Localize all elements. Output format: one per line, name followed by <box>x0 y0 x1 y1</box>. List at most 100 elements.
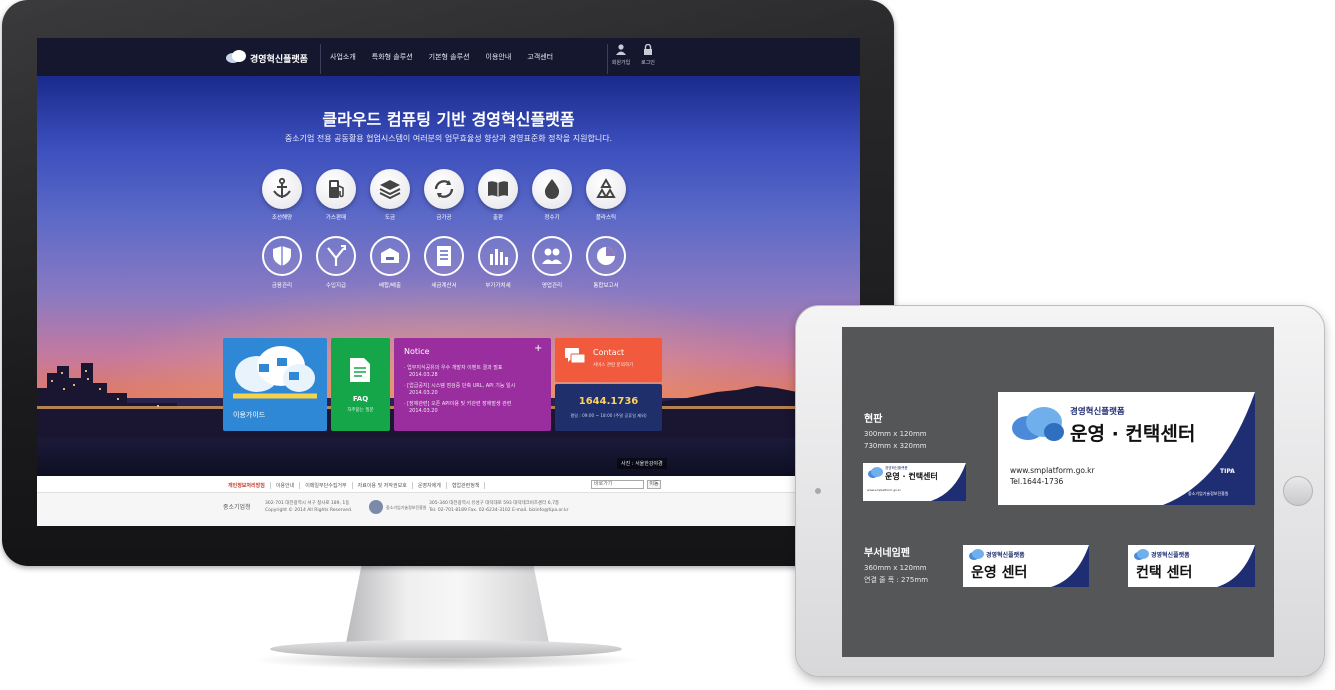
nameplate-main: 운영 센터 <box>971 565 1028 581</box>
notice-item[interactable]: · 업무지식공유의 우수 개발자 이벤트 결과 발표 2014.03.28 <box>404 365 544 379</box>
tipa-logo-icon <box>369 500 383 514</box>
industry-plating-button[interactable] <box>370 169 410 209</box>
industry-label: 가스판매 <box>325 215 347 221</box>
sign-navy-corner <box>1051 545 1089 587</box>
nameplate-main: 컨택 센터 <box>1136 565 1193 581</box>
lock-icon <box>644 44 652 55</box>
industry-label: 플라스틱 <box>595 215 617 221</box>
notice-item-text: · [장애관련] 오픈 API이용 및 키관련 장애발생 관련 <box>404 401 512 407</box>
notice-item[interactable]: · [장애관련] 오픈 API이용 및 키관련 장애발생 관련 2014.03.2… <box>404 401 544 415</box>
cloud-illustration-icon <box>233 346 317 399</box>
user-icon <box>616 44 626 55</box>
solution-sales-button[interactable] <box>532 236 572 276</box>
notice-item-date: 2014.03.20 <box>409 390 438 396</box>
contact-tile[interactable]: Contact 서비스 관련 문의하기 <box>555 338 662 382</box>
footer-link-policy[interactable]: 협업관련정책 <box>447 482 486 489</box>
contact-subtitle: 서비스 관련 문의하기 <box>593 363 634 368</box>
footer-nav: 개인정보처리방침 이용안내 이메일무단수집거부 자료이용 및 저작권보호 운영자… <box>223 482 486 489</box>
notice-item-text: · [업급공지] 시스템 점검중 단축 URL, API 기능 일시 <box>404 383 516 389</box>
arrows-icon <box>327 245 346 266</box>
sign-url: www.smplatform.go.kr <box>1010 466 1095 475</box>
nav-item-guide[interactable]: 이용안내 <box>478 38 520 76</box>
industry-label: 도금 <box>384 215 396 221</box>
login-link[interactable]: 로그인 <box>635 44 661 66</box>
footer-right-address: 305-340 대전광역시 유성구 대덕대로 593 대덕테크비즈센터 6,7층 <box>429 501 560 506</box>
footer-link-guide[interactable]: 이용안내 <box>271 482 301 489</box>
industry-water-button[interactable] <box>532 169 572 209</box>
nav-item-specialized[interactable]: 특화형 솔루션 <box>364 38 421 76</box>
sign-main: 운영 · 컨택센터 <box>885 472 938 481</box>
signboard-large: 경영혁신플랫폼 운영 · 컨택센터 www.smplatform.go.kr T… <box>998 392 1255 505</box>
industry-metal-button[interactable] <box>424 169 464 209</box>
nav-item-business[interactable]: 사업소개 <box>322 38 364 76</box>
contact-title: Contact <box>593 348 625 357</box>
solution-vat-button[interactable] <box>478 236 518 276</box>
photo-credit: 사진 : 서울한강야경 <box>617 458 667 469</box>
solution-tax-invoice-button[interactable] <box>424 236 464 276</box>
solution-label: 금융관리 <box>271 283 293 289</box>
nameplate-heading: 부서네임펜 <box>864 548 910 559</box>
solution-report-button[interactable] <box>586 236 626 276</box>
hero-subtitle: 중소기업 전용 공동활용 협업시스템이 여러분의 업무효율성 향상과 경영표준화… <box>284 134 613 143</box>
solution-label: 배합/배출 <box>378 283 402 289</box>
sign-url: www.smplatform.go.kr <box>867 488 901 492</box>
phone-tile: 1644.1736 평일 : 09:00 ~ 18:00 (주말 공휴일 제외) <box>555 384 662 431</box>
solution-finance-button[interactable] <box>262 236 302 276</box>
nav-item-support[interactable]: 고객센터 <box>519 38 561 76</box>
cloud-logo-icon <box>969 549 984 560</box>
monitor-screen: 경영혁신플랫폼 사업소개 특화형 솔루션 기본형 솔루션 이용안내 고객센터 회… <box>37 38 860 526</box>
water-drop-icon <box>544 179 560 199</box>
footer-left-org: 중소기업청 <box>223 504 251 511</box>
industry-label: 금가공 <box>436 215 452 221</box>
industry-gas-button[interactable] <box>316 169 356 209</box>
solution-label: 통합보고서 <box>593 283 619 289</box>
notice-item[interactable]: · [업급공지] 시스템 점검중 단축 URL, API 기능 일시 2014.0… <box>404 383 544 397</box>
shortcut-go-button[interactable]: 이동 <box>647 480 661 489</box>
signup-link[interactable]: 회원가입 <box>608 44 634 66</box>
notice-list: · 업무지식공유의 우수 개발자 이벤트 결과 발표 2014.03.28 · [… <box>404 365 544 415</box>
shortcut-select[interactable]: 바로가기 <box>591 480 644 489</box>
tablet-home-button[interactable] <box>1283 476 1313 506</box>
user-guide-tile[interactable]: 이용가이드 <box>223 338 327 431</box>
nav-divider <box>320 44 321 74</box>
footer-left-address: 302-701 대전광역시 서구 청사로 189, 1동 <box>265 501 350 506</box>
cloud-logo-icon <box>1012 407 1064 441</box>
tablet-camera <box>815 488 821 494</box>
bar-chart-icon <box>490 249 508 265</box>
industry-publishing-button[interactable] <box>478 169 518 209</box>
signboard-spec: 730mm x 320mm <box>864 442 927 450</box>
signup-label: 회원가입 <box>611 60 631 66</box>
signboard-heading: 현판 <box>864 414 883 425</box>
industry-label: 출판 <box>492 215 504 221</box>
footer-link-contact-admin[interactable]: 운영자에게 <box>413 482 447 489</box>
industry-shipbuilding-button[interactable] <box>262 169 302 209</box>
sign-navy-corner <box>1163 392 1255 505</box>
solution-label: 부가가치세 <box>485 283 511 289</box>
monitor-stand <box>345 566 550 648</box>
sign-org: 중소기업기술정보진흥원 <box>1188 491 1229 496</box>
site-logo-text[interactable]: 경영혁신플랫폼 <box>250 52 308 65</box>
recycle-arrows-icon <box>434 180 454 198</box>
notice-item-text: · 업무지식공유의 우수 개발자 이벤트 결과 발표 <box>404 365 503 371</box>
solution-payment-button[interactable] <box>316 236 356 276</box>
notice-more-icon[interactable]: + <box>534 343 542 354</box>
solution-label: 세금계산서 <box>431 283 457 289</box>
cloud-logo-icon[interactable] <box>225 49 247 63</box>
nameplate-operation: 경영혁신플랫폼 운영 센터 <box>963 545 1089 587</box>
nav-item-basic[interactable]: 기본형 솔루션 <box>421 38 478 76</box>
industry-plastic-button[interactable] <box>586 169 626 209</box>
footer-link-privacy[interactable]: 개인정보처리방침 <box>223 482 271 489</box>
sign-navy-corner <box>931 463 966 501</box>
gas-pump-icon <box>329 180 344 198</box>
solution-shipping-button[interactable] <box>370 236 410 276</box>
main-nav: 사업소개 특화형 솔루션 기본형 솔루션 이용안내 고객센터 <box>322 38 561 76</box>
faq-subtitle: 자주묻는 질문 <box>347 408 374 413</box>
footer-link-email-policy[interactable]: 이메일무단수집거부 <box>300 482 353 489</box>
faq-tile[interactable]: FAQ 자주묻는 질문 <box>331 338 390 431</box>
user-guide-label: 이용가이드 <box>233 411 266 419</box>
shield-icon <box>273 246 291 266</box>
cloud-logo-icon <box>868 467 883 478</box>
footer-link-copyright[interactable]: 자료이용 및 저작권보호 <box>353 482 413 489</box>
pie-chart-icon <box>597 247 615 265</box>
phone-number: 1644.1736 <box>578 396 639 407</box>
